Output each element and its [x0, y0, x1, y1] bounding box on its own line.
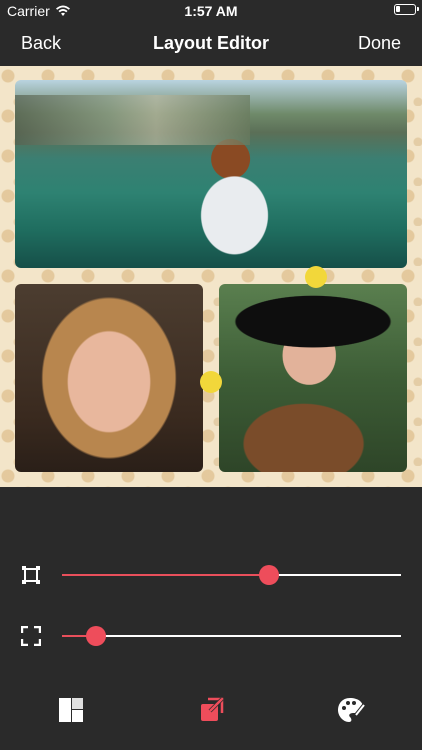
border-slider-thumb[interactable]	[258, 565, 279, 585]
battery-icon	[394, 4, 419, 15]
corner-slider-thumb[interactable]	[85, 626, 106, 646]
export-button[interactable]	[196, 695, 226, 725]
corners-icon	[21, 626, 41, 646]
battery-level	[396, 6, 400, 12]
layout-button[interactable]	[56, 695, 86, 725]
frame-border-icon	[22, 566, 40, 584]
palette-button[interactable]	[336, 695, 366, 725]
export-icon	[201, 697, 224, 721]
horizontal-divider-handle[interactable]	[305, 266, 327, 288]
layout-icon	[59, 698, 83, 722]
border-slider-track[interactable]	[62, 565, 401, 585]
status-time: 1:57 AM	[184, 3, 238, 19]
photo-cell-bottom-left[interactable]	[15, 284, 203, 472]
border-slider-row	[0, 560, 422, 590]
corner-slider-track[interactable]	[62, 626, 401, 646]
done-button[interactable]: Done	[358, 33, 401, 54]
status-bar: Carrier 1:57 AM	[0, 0, 422, 22]
corner-slider-row	[0, 621, 422, 651]
vertical-divider-handle[interactable]	[200, 371, 222, 393]
photo-cell-bottom-right[interactable]	[219, 284, 407, 472]
palette-icon	[338, 698, 366, 722]
border-slider-fill	[62, 574, 269, 576]
navigation-bar: Back Layout Editor Done	[0, 22, 422, 66]
photo-cell-top[interactable]	[15, 80, 407, 268]
